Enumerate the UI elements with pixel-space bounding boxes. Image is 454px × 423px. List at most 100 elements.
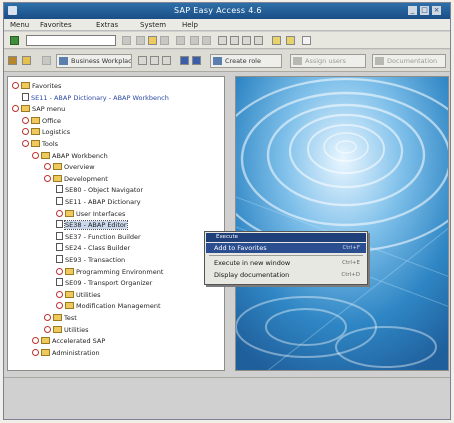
tree-folder-node[interactable]: Logistics: [22, 126, 70, 138]
tree-node-label: Programming Environment: [76, 267, 164, 276]
system-menu-icon[interactable]: [8, 6, 17, 15]
tree-folder-node[interactable]: Office: [22, 115, 61, 127]
enter-icon[interactable]: [10, 36, 19, 45]
collapse-node-icon[interactable]: [44, 174, 51, 182]
menu-item-display-documentation[interactable]: Display documentation Ctrl+D: [206, 270, 366, 280]
find-next-icon[interactable]: [202, 36, 211, 45]
documentation-label: Documentation: [387, 57, 438, 65]
change-favorites-icon[interactable]: [162, 56, 171, 65]
tree-node-label: Overview: [64, 163, 95, 172]
back-icon[interactable]: [136, 36, 145, 45]
command-field[interactable]: [26, 35, 116, 46]
expand-node-icon[interactable]: [32, 348, 39, 356]
documentation-icon: [375, 57, 384, 65]
last-page-icon[interactable]: [254, 36, 263, 45]
expand-node-icon[interactable]: [32, 337, 39, 345]
tree-folder-node[interactable]: Overview: [44, 161, 95, 173]
tree-transaction-node[interactable]: SE80 - Object Navigator: [56, 184, 143, 196]
tree-folder-node[interactable]: Tools: [22, 138, 58, 150]
menu-extras[interactable]: Extras: [96, 21, 118, 29]
expand-node-icon[interactable]: [44, 163, 51, 171]
find-icon[interactable]: [190, 36, 199, 45]
expand-node-icon[interactable]: [56, 209, 63, 217]
move-up-icon[interactable]: [192, 56, 201, 65]
tree-node-label: Tools: [42, 140, 59, 148]
next-page-icon[interactable]: [242, 36, 251, 45]
expand-node-icon[interactable]: [56, 290, 63, 298]
tree-folder-node[interactable]: Utilities: [44, 324, 88, 336]
transaction-icon: [22, 92, 29, 101]
other-menu-icon[interactable]: [42, 56, 51, 65]
menu-menu[interactable]: Menu: [10, 21, 29, 29]
user-menu-icon[interactable]: [8, 56, 17, 65]
tree-node-label: Administration: [52, 348, 100, 357]
tree-transaction-node[interactable]: SE11 - ABAP Dictionary - ABAP Workbench: [22, 92, 169, 104]
tree-folder-node[interactable]: Development: [44, 173, 108, 185]
menu-system[interactable]: System: [140, 21, 166, 29]
tree-folder-node[interactable]: Utilities: [56, 289, 100, 301]
save-icon[interactable]: [122, 36, 131, 45]
create-role-label: Create role: [225, 57, 261, 65]
create-role-button[interactable]: Create role: [210, 54, 282, 68]
first-page-icon[interactable]: [218, 36, 227, 45]
tree-folder-node[interactable]: Programming Environment: [56, 266, 163, 278]
minimize-button[interactable]: _: [408, 6, 417, 15]
tree-node-label: SE11 - ABAP Dictionary - ABAP Workbench: [31, 93, 169, 102]
expand-node-icon[interactable]: [56, 302, 63, 310]
tree-folder-node[interactable]: Accelerated SAP: [32, 335, 105, 347]
tree-folder-node[interactable]: Modification Management: [56, 300, 161, 312]
tree-folder-node[interactable]: Favorites: [12, 80, 61, 92]
expand-node-icon[interactable]: [56, 267, 63, 275]
previous-page-icon[interactable]: [230, 36, 239, 45]
menu-help[interactable]: Help: [182, 21, 198, 29]
tree-folder-node[interactable]: ABAP Workbench: [32, 150, 108, 162]
assign-users-label: Assign users: [305, 57, 346, 65]
sap-menu-icon[interactable]: [22, 56, 31, 65]
exit-icon[interactable]: [148, 36, 157, 45]
expand-node-icon[interactable]: [22, 116, 29, 124]
favorites-remove-icon[interactable]: [150, 56, 159, 65]
close-button[interactable]: ×: [432, 6, 441, 15]
menu-item-label: Execute in new window: [214, 259, 291, 267]
tree-transaction-node[interactable]: SE93 - Transaction: [56, 254, 125, 266]
new-session-icon[interactable]: [272, 36, 281, 45]
collapse-node-icon[interactable]: [22, 140, 29, 147]
menu-item-add-to-favorites[interactable]: Add to Favorites Ctrl+F: [206, 243, 366, 253]
expand-node-icon[interactable]: [44, 325, 51, 333]
folder-icon: [65, 302, 74, 310]
tree-node-label: Logistics: [42, 128, 71, 137]
shortcut-icon[interactable]: [286, 36, 295, 45]
menu-item-execute-new-window[interactable]: Execute in new window Ctrl+E: [206, 258, 366, 268]
water-ripples-image: [236, 77, 448, 370]
tree-folder-node[interactable]: Administration: [32, 347, 100, 359]
collapse-node-icon[interactable]: [12, 82, 19, 89]
tree-node-label: User Interfaces: [76, 209, 126, 218]
favorites-add-icon[interactable]: [138, 56, 147, 65]
assign-users-button[interactable]: Assign users: [290, 54, 366, 68]
tree-transaction-node[interactable]: SE09 - Transport Organizer: [56, 277, 152, 289]
business-workplace-button[interactable]: Business Workplace: [56, 54, 132, 68]
tree-node-label: Utilities: [76, 290, 101, 299]
tree-transaction-node[interactable]: SE11 - ABAP Dictionary: [56, 196, 141, 208]
tree-transaction-node[interactable]: SE37 - Function Builder: [56, 231, 141, 243]
menu-favorites[interactable]: Favorites: [40, 21, 72, 29]
expand-node-icon[interactable]: [22, 128, 29, 136]
move-down-icon[interactable]: [180, 56, 189, 65]
tree-folder-node[interactable]: SAP menu: [12, 103, 65, 115]
tree-folder-node[interactable]: Test: [44, 312, 77, 324]
help-icon[interactable]: [302, 36, 311, 45]
expand-node-icon[interactable]: [44, 314, 51, 321]
tree-folder-node[interactable]: User Interfaces: [56, 208, 125, 220]
documentation-button[interactable]: Documentation: [372, 54, 446, 68]
tree-transaction-node[interactable]: SE38 - ABAP Editor: [56, 219, 128, 231]
tree-transaction-node[interactable]: SE24 - Class Builder: [56, 242, 130, 254]
cancel-icon[interactable]: [160, 36, 169, 45]
menu-bar: Menu Favorites Extras System Help: [4, 19, 450, 31]
print-icon[interactable]: [176, 36, 185, 45]
assign-users-icon: [293, 57, 302, 65]
collapse-node-icon[interactable]: [32, 151, 39, 159]
tree-node-label: SE80 - Object Navigator: [65, 186, 144, 195]
navigation-tree[interactable]: Favorites SE11 - ABAP Dictionary - ABAP W…: [7, 76, 225, 371]
maximize-button[interactable]: □: [420, 6, 429, 15]
collapse-node-icon[interactable]: [12, 105, 19, 113]
